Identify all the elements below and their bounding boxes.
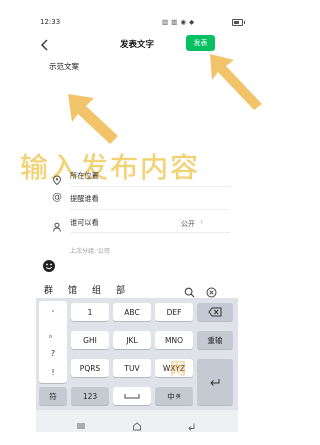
divider <box>70 209 230 210</box>
location-icon <box>52 170 62 186</box>
key-jkl[interactable]: JKL <box>113 331 151 349</box>
key-abc[interactable]: ABC <box>113 303 151 321</box>
page-title: 发表文字 <box>119 40 154 50</box>
symbols-key[interactable]: 符 <box>39 387 67 405</box>
candidate-word[interactable]: 部 <box>116 283 125 296</box>
annotation-text: 输入发布内容 <box>20 151 201 184</box>
visibility-option[interactable]: 谁可以看 <box>70 218 99 228</box>
back-nav-icon[interactable] <box>186 416 196 431</box>
status-icons: ▥ ▥ ◉ ◆ <box>162 18 195 26</box>
reenter-key[interactable]: 重输 <box>197 331 233 349</box>
language-key-label: 中 <box>167 391 175 401</box>
punct-key[interactable]: ' <box>39 309 67 318</box>
language-key[interactable]: 中英 <box>155 387 193 405</box>
punct-key[interactable]: ? <box>39 349 67 358</box>
post-text-input[interactable]: 示范文案 <box>49 61 79 72</box>
at-icon: @ <box>52 192 62 203</box>
punct-key[interactable]: ! <box>39 368 67 377</box>
candidate-word[interactable]: 组 <box>92 283 101 296</box>
candidate-bar: 群 馆 组 部 <box>36 280 238 298</box>
watermark-text: 网 <box>170 359 188 378</box>
menu-icon[interactable] <box>76 416 86 429</box>
location-option[interactable]: 所在位置 <box>70 171 99 181</box>
space-key[interactable] <box>113 387 151 405</box>
battery-icon <box>232 19 245 26</box>
key-tuv[interactable]: TUV <box>113 359 151 377</box>
last-group-label: 上次分组: 公司 <box>70 248 110 255</box>
punct-key[interactable]: 。 <box>39 329 67 340</box>
status-time: 12:33 <box>40 18 61 26</box>
language-key-sub: 英 <box>175 393 181 400</box>
backspace-key[interactable] <box>197 303 233 321</box>
emoji-icon[interactable] <box>42 258 56 277</box>
annotation-arrow-send <box>204 52 266 118</box>
chevron-right-icon: › <box>200 217 204 226</box>
navigation-bar <box>36 410 238 432</box>
key-pqrs[interactable]: PQRS <box>71 359 109 377</box>
annotation-arrow-text <box>66 92 120 150</box>
keyboard: ' 。 ? ! 1 ABC DEF GHI JKL MNO 重输 PQRS TU… <box>36 298 238 410</box>
numbers-key[interactable]: 123 <box>71 387 109 405</box>
key-mno[interactable]: MNO <box>155 331 193 349</box>
punctuation-column: ' 。 ? ! <box>39 301 67 383</box>
enter-key[interactable] <box>197 359 233 405</box>
key-1[interactable]: 1 <box>71 303 109 321</box>
remind-option[interactable]: 提醒谁看 <box>70 194 99 204</box>
home-icon[interactable] <box>132 416 142 431</box>
key-def[interactable]: DEF <box>155 303 193 321</box>
visibility-value: 公开 <box>181 220 195 228</box>
send-button[interactable]: 发表 <box>186 35 215 51</box>
key-ghi[interactable]: GHI <box>71 331 109 349</box>
person-icon <box>52 217 62 232</box>
divider <box>70 186 230 187</box>
candidate-word[interactable]: 群 <box>44 283 53 296</box>
divider <box>70 232 230 233</box>
candidate-word[interactable]: 馆 <box>68 283 77 296</box>
